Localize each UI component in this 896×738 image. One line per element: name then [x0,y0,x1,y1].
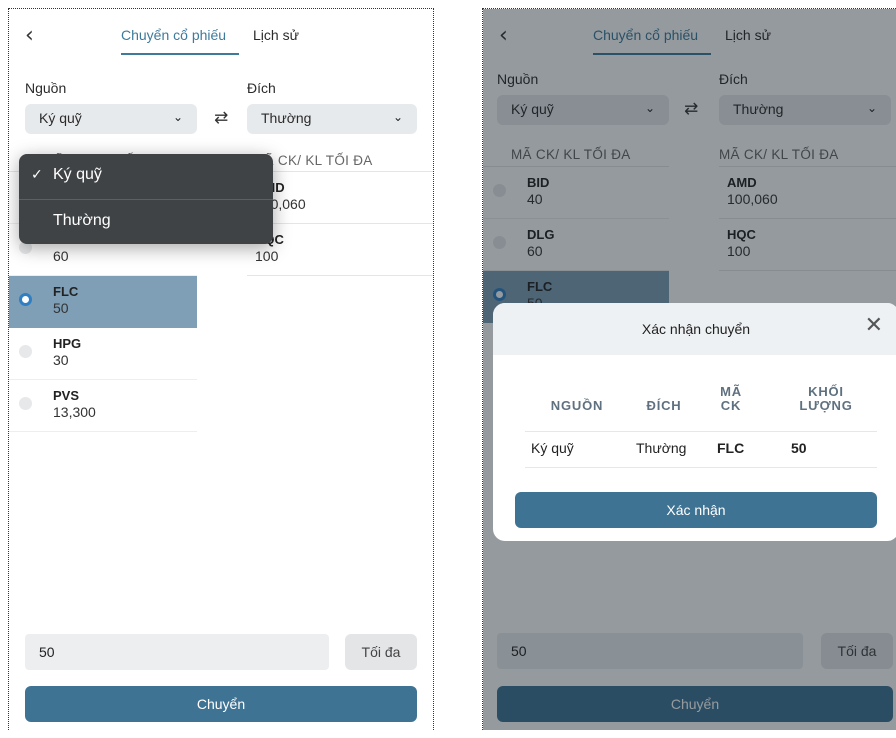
cell-source: Ký quỹ [531,440,574,456]
back-chevron-icon[interactable]: ‹ [25,23,34,48]
dest-select-value: Thường [261,110,312,126]
source-select-value: Ký quỹ [39,110,82,126]
row-code: FLC [53,284,79,299]
radio-button[interactable] [19,345,32,358]
top-bar: ‹ Chuyển cổ phiếu Lịch sử [9,23,433,57]
source-select[interactable]: Ký quỹ ⌄ [25,104,197,134]
tab-underline [121,53,239,55]
source-label: Nguồn [25,80,67,96]
quantity-input-value: 50 [39,644,55,660]
swap-icon[interactable]: ⇄ [214,108,228,128]
divider [247,223,433,224]
source-row-pvs[interactable]: PVS 13,300 [9,380,197,432]
header-qty-line1: KHỐI [808,384,844,399]
quantity-input[interactable]: 50 [25,634,329,670]
cell-code: FLC [717,440,745,456]
chevron-down-icon: ⌄ [172,110,183,124]
dropdown-option-ky-quy[interactable]: ✓ Ký quỹ [19,154,273,199]
row-qty: 60 [53,248,69,264]
source-dropdown-menu: ✓ Ký quỹ Thường [19,154,273,244]
row-divider [9,431,197,432]
cell-dest: Thường [636,440,687,456]
header-qty-line2: LƯỢNG [799,398,853,413]
confirm-button[interactable]: Xác nhận [515,492,877,528]
header-dest: ĐÍCH [646,398,682,413]
radio-button[interactable] [19,397,32,410]
row-qty: 50 [53,300,69,316]
modal-header: Xác nhận chuyển ✕ [493,303,896,355]
tab-transfer[interactable]: Chuyển cổ phiếu [121,27,226,43]
source-row-flc[interactable]: FLC 50 [9,276,197,328]
divider [247,171,433,172]
divider [247,275,433,276]
dest-label: Đích [247,80,276,96]
table-divider [525,431,877,432]
header-code-line2: CK [720,398,742,413]
header-code-line1: MÃ [720,384,742,399]
dropdown-option-thuong[interactable]: Thường [19,200,273,245]
confirm-transfer-modal: Xác nhận chuyển ✕ NGUỒN ĐÍCH MÃ CK KHỐI … [493,303,896,541]
transfer-screen-confirm-modal: ‹ Chuyển cổ phiếu Lịch sử Nguồn Đích Ký … [482,8,896,730]
max-button[interactable]: Tối đa [345,634,417,670]
close-icon[interactable]: ✕ [865,313,883,338]
chevron-down-icon: ⌄ [392,110,403,124]
transfer-button[interactable]: Chuyển [25,686,417,722]
header-code: MÃ CK [709,385,753,413]
row-code: PVS [53,388,80,403]
source-row-hpg[interactable]: HPG 30 [9,328,197,380]
dropdown-option-label: Thường [53,212,111,229]
row-qty: 30 [53,352,69,368]
tab-history[interactable]: Lịch sử [253,27,299,43]
header-qty: KHỐI LƯỢNG [791,385,861,413]
dest-select[interactable]: Thường ⌄ [247,104,417,134]
modal-title: Xác nhận chuyển [641,321,751,337]
row-code: HPG [53,336,82,351]
row-qty: 13,300 [53,404,96,420]
cell-qty: 50 [791,440,807,456]
row-qty: 100 [255,248,279,264]
dropdown-option-label: Ký quỹ [53,166,102,183]
header-source: NGUỒN [550,398,604,413]
checkmark-icon: ✓ [31,167,43,183]
transfer-screen-dropdown-open: ‹ Chuyển cổ phiếu Lịch sử Nguồn Đích Ký … [8,8,434,730]
table-divider [525,467,877,468]
radio-button-selected[interactable] [19,293,32,306]
